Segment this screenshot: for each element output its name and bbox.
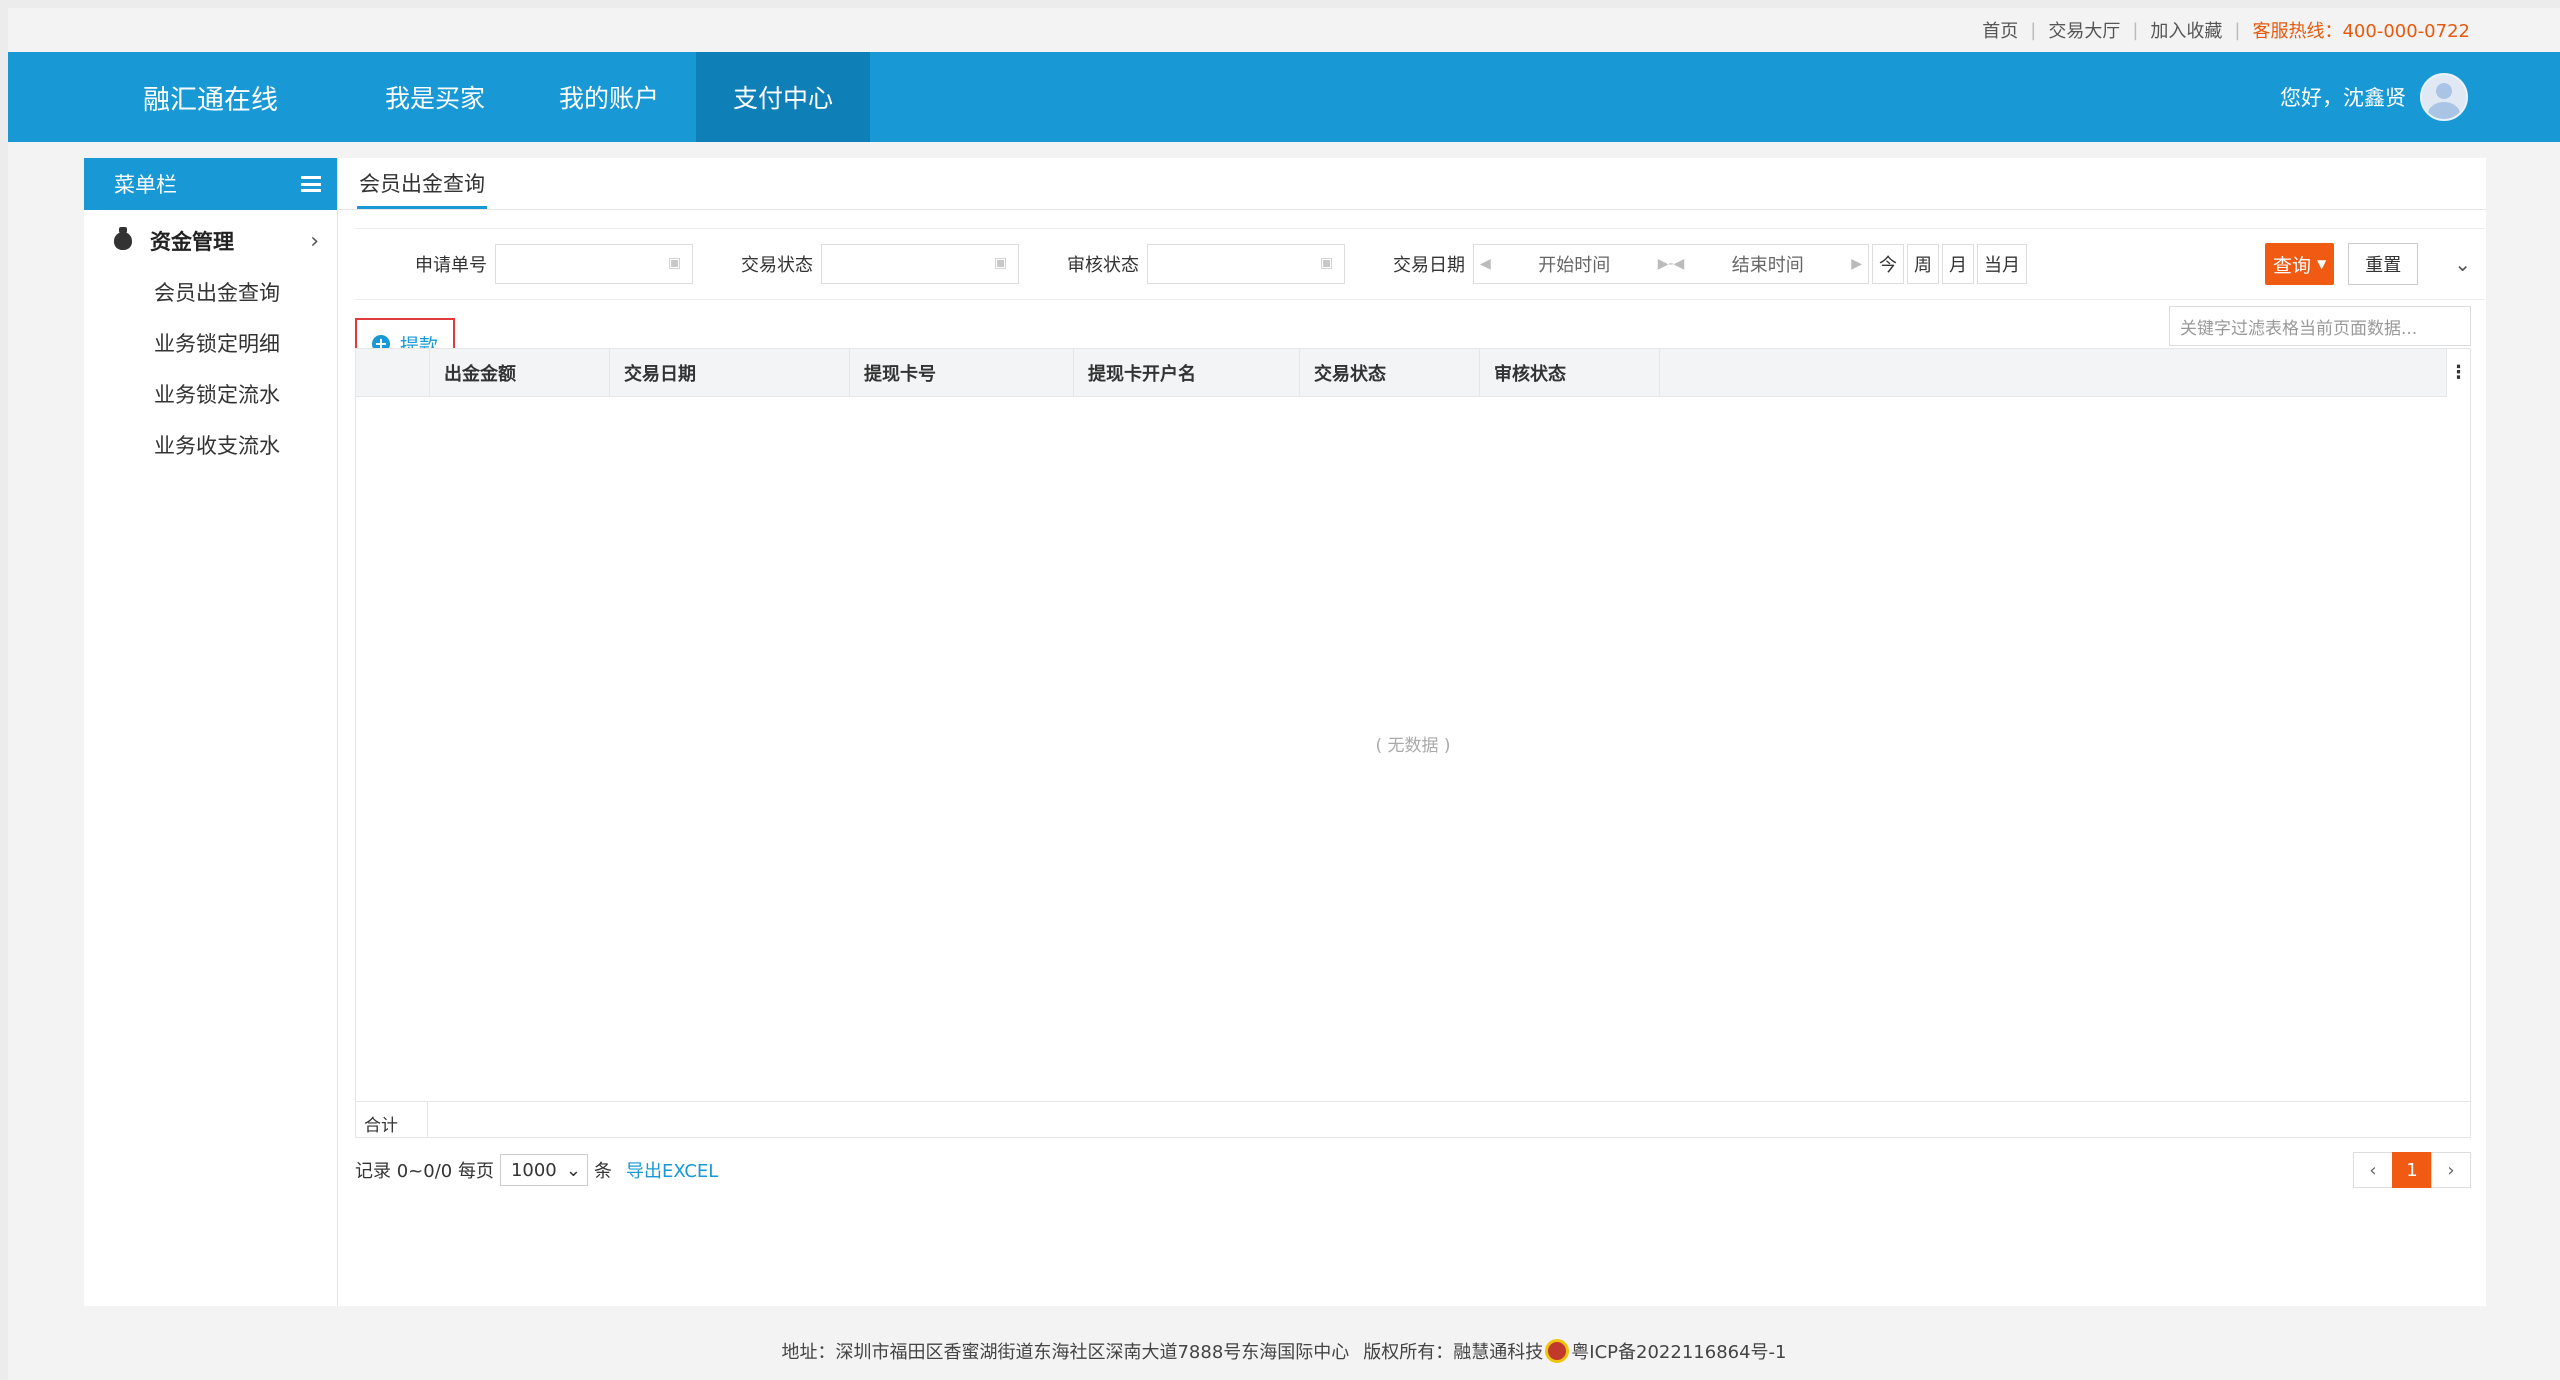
trade-status-select[interactable]: ▣: [821, 244, 1019, 284]
column-header[interactable]: 交易状态: [1300, 348, 1480, 397]
divider: |: [2234, 19, 2241, 41]
clear-icon[interactable]: ▣: [668, 255, 686, 273]
menu-toggle-icon[interactable]: [301, 176, 321, 192]
police-badge-icon: [1545, 1339, 1570, 1363]
nav-buyer[interactable]: 我是买家: [348, 52, 522, 142]
empty-state-text: ( 无数据 ): [1375, 736, 1451, 756]
user-info[interactable]: 您好，沈鑫贤: [2280, 73, 2560, 121]
main-panel: 菜单栏 资金管理 › 会员出金查询 业务锁定明细 业务锁定流水 业务收支流水 会…: [84, 158, 2486, 1306]
quick-month-button[interactable]: 月: [1942, 244, 1974, 284]
caret-down-icon[interactable]: ▼: [2317, 257, 2326, 271]
audit-status-select[interactable]: ▣: [1147, 244, 1345, 284]
trade-date-label: 交易日期: [1393, 255, 1465, 276]
content-area: 会员出金查询 申请单号 ▣ 交易状态 ▣ 审核状态 ▣ 交易日期 ◀ 开始时间 …: [339, 158, 2486, 1306]
page-size-value: 1000: [510, 1159, 557, 1181]
trade-status-label: 交易状态: [741, 255, 813, 276]
footer: 地址：深圳市福田区香蜜湖街道东海社区深南大道7888号东海国际中心 版权所有：融…: [8, 1322, 2560, 1380]
column-header[interactable]: 交易日期: [610, 348, 850, 397]
footer-icp[interactable]: 粤ICP备2022116864号-1: [1571, 1338, 1786, 1364]
prev-page-icon[interactable]: ‹: [2353, 1152, 2393, 1188]
tab-withdraw-query[interactable]: 会员出金查询: [357, 159, 487, 209]
prev-arrow-icon[interactable]: ◀: [1474, 256, 1497, 272]
apply-no-label: 申请单号: [415, 255, 487, 276]
chevron-down-icon: ⌄: [565, 1159, 581, 1181]
clear-icon[interactable]: ▣: [994, 255, 1012, 273]
nav-account[interactable]: 我的账户: [522, 52, 696, 142]
divider: |: [2030, 19, 2037, 41]
greeting-text: 您好，沈鑫贤: [2280, 86, 2406, 110]
table-summary-row: 合计: [356, 1101, 2470, 1138]
quick-today-button[interactable]: 今: [1872, 244, 1904, 284]
query-label: 查询: [2272, 254, 2311, 277]
index-column-header: [356, 348, 430, 397]
start-date-input[interactable]: 开始时间: [1497, 251, 1652, 277]
pagination-bar: 记录 0~0/0 每页 1000 ⌄ 条 导出EXCEL ‹ 1 ›: [355, 1150, 2471, 1190]
sidebar-title: 菜单栏: [114, 173, 177, 197]
tab-bar: 会员出金查询: [339, 158, 2486, 210]
add-favorite-link[interactable]: 加入收藏: [2150, 17, 2222, 43]
column-header[interactable]: 审核状态: [1480, 348, 1660, 397]
date-range-picker[interactable]: ◀ 开始时间 ▶-◀ 结束时间 ▶: [1473, 244, 1869, 284]
range-separator-icon: ▶-◀: [1657, 256, 1685, 272]
sidebar-item-income-expense-flow[interactable]: 业务收支流水: [84, 419, 337, 470]
sidebar-item-withdraw-query[interactable]: 会员出金查询: [84, 266, 337, 317]
brand-logo[interactable]: 融汇通在线: [8, 78, 338, 117]
clear-icon[interactable]: ▣: [1320, 255, 1338, 273]
avatar-icon[interactable]: [2420, 73, 2468, 121]
nav-payment-center[interactable]: 支付中心: [696, 52, 871, 142]
column-settings-icon[interactable]: ⋮: [2446, 348, 2470, 397]
keyword-filter-input[interactable]: 关键字过滤表格当前页面数据...: [2169, 306, 2471, 346]
footer-address: 地址：深圳市福田区香蜜湖街道东海社区深南大道7888号东海国际中心: [781, 1342, 1350, 1363]
page-controls: ‹ 1 ›: [2353, 1152, 2471, 1188]
page-size-select[interactable]: 1000 ⌄: [499, 1154, 588, 1186]
sidebar-item-lock-detail[interactable]: 业务锁定明细: [84, 317, 337, 368]
reset-button[interactable]: 重置: [2348, 243, 2419, 285]
filter-bar: 申请单号 ▣ 交易状态 ▣ 审核状态 ▣ 交易日期 ◀ 开始时间 ▶-◀ 结束时…: [355, 228, 2485, 300]
home-link[interactable]: 首页: [1982, 17, 2018, 43]
sum-label: 合计: [356, 1101, 428, 1138]
column-header[interactable]: 提现卡开户名: [1074, 348, 1300, 397]
sidebar-group-label: 资金管理: [150, 230, 234, 254]
sidebar-header: 菜单栏: [84, 158, 337, 210]
sidebar-group-funds[interactable]: 资金管理 ›: [84, 216, 337, 266]
main-nav: 我是买家 我的账户 支付中心: [348, 52, 871, 142]
next-arrow-icon[interactable]: ▶: [1845, 256, 1868, 272]
page-size-unit: 条: [593, 1161, 612, 1182]
column-header[interactable]: 提现卡号: [850, 348, 1074, 397]
quick-week-button[interactable]: 周: [1907, 244, 1939, 284]
footer-copyright: 版权所有：融慧通科技: [1363, 1342, 1544, 1363]
top-links-bar: 首页 | 交易大厅 | 加入收藏 | 客服热线：400-000-0722: [8, 8, 2560, 52]
page-number[interactable]: 1: [2392, 1152, 2432, 1188]
next-page-icon[interactable]: ›: [2431, 1152, 2471, 1188]
hotline-text: 客服热线：400-000-0722: [2252, 21, 2470, 42]
expand-filter-icon[interactable]: ⌄: [2454, 252, 2471, 276]
quick-current-month-button[interactable]: 当月: [1977, 244, 2027, 284]
sidebar-item-lock-flow[interactable]: 业务锁定流水: [84, 368, 337, 419]
trade-hall-link[interactable]: 交易大厅: [2048, 17, 2120, 43]
data-table: 出金金额 交易日期 提现卡号 提现卡开户名 交易状态 审核状态 ⋮ ( 无数据 …: [355, 348, 2471, 1138]
divider: |: [2132, 19, 2139, 41]
column-header[interactable]: 出金金额: [430, 348, 610, 397]
end-date-input[interactable]: 结束时间: [1690, 251, 1845, 277]
header: 融汇通在线 我是买家 我的账户 支付中心 您好，沈鑫贤: [8, 52, 2560, 142]
money-bag-icon: [114, 227, 132, 250]
export-excel-link[interactable]: 导出EXCEL: [626, 1157, 718, 1183]
chevron-right-icon: ›: [310, 228, 319, 254]
query-button[interactable]: 查询 ▼: [2264, 243, 2335, 285]
audit-status-label: 审核状态: [1067, 255, 1139, 276]
table-header: 出金金额 交易日期 提现卡号 提现卡开户名 交易状态 审核状态 ⋮: [356, 348, 2470, 397]
sidebar: 菜单栏 资金管理 › 会员出金查询 业务锁定明细 业务锁定流水 业务收支流水: [84, 158, 338, 1306]
records-info: 记录 0~0/0 每页: [355, 1161, 494, 1182]
apply-no-input[interactable]: ▣: [495, 244, 693, 284]
